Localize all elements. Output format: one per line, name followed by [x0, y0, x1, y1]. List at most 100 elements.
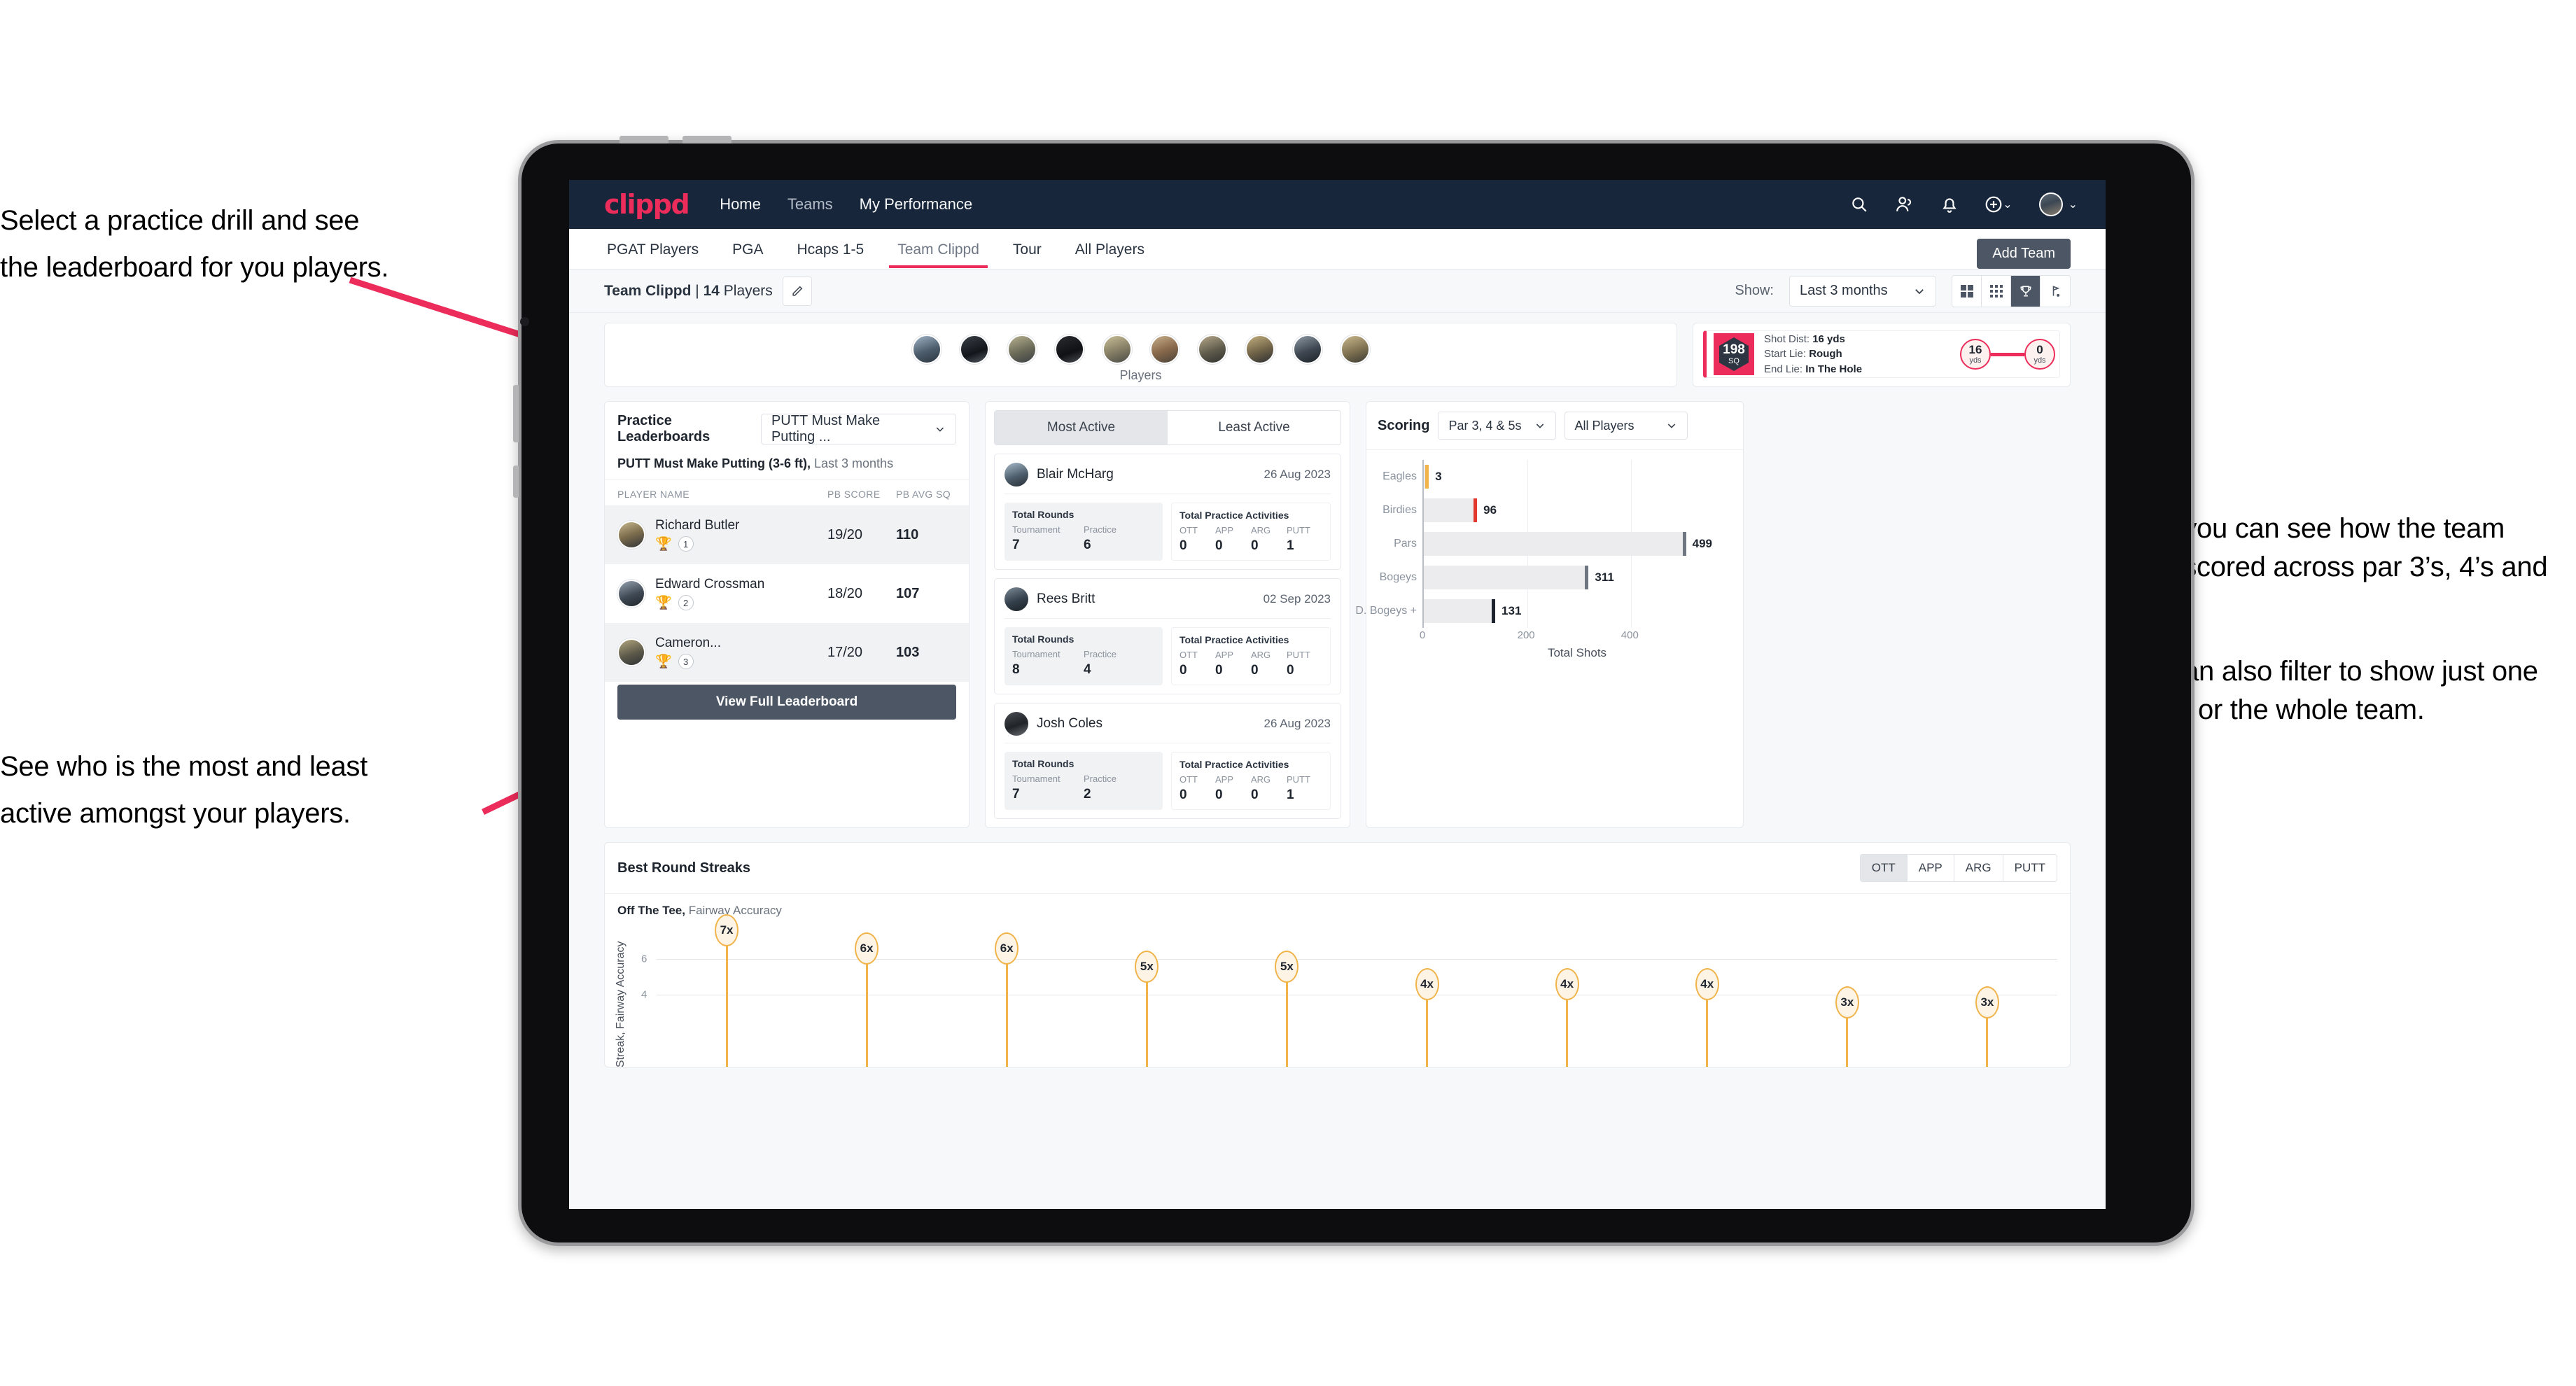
drill-select[interactable]: PUTT Must Make Putting ... — [760, 413, 956, 444]
list-item[interactable]: Rees Britt 02 Sep 2023 Total Rounds Tour… — [994, 578, 1341, 694]
bar-category-label: Pars — [1394, 538, 1417, 550]
badge-unit: SQ — [1728, 357, 1740, 365]
label: Practice — [1084, 524, 1116, 535]
player-name: Richard Butler — [655, 518, 740, 533]
streak-marker[interactable]: 4x — [1555, 968, 1579, 1001]
tab-all-players[interactable]: All Players — [1072, 230, 1147, 268]
pb-score-value: 19/20 — [827, 526, 863, 542]
tab-tour[interactable]: Tour — [1010, 230, 1044, 268]
avatar[interactable] — [1007, 335, 1037, 364]
total-rounds-title: Total Rounds — [1012, 758, 1074, 769]
y-tick-label: 4 — [641, 988, 648, 1001]
par-filter-select[interactable]: Par 3, 4 & 5s — [1438, 412, 1556, 440]
avatar[interactable] — [1102, 335, 1132, 364]
player-filter-select[interactable]: All Players — [1564, 412, 1688, 440]
player-name: Edward Crossman — [655, 577, 765, 592]
practice-putt: PUTT 1 — [1287, 774, 1322, 803]
view-toggle-golf-flag[interactable] — [2040, 276, 2070, 307]
leaderboard-subtitle: PUTT Must Make Putting (3-6 ft), Last 3 … — [605, 456, 969, 480]
tab-hcaps-1-5[interactable]: Hcaps 1-5 — [794, 230, 867, 268]
drill-name: PUTT Must Make Putting (3-6 ft), — [617, 456, 811, 470]
rounds-practice: Practice 6 — [1084, 524, 1155, 553]
bar — [1424, 532, 1683, 556]
streak-marker[interactable]: 5x — [1275, 950, 1299, 983]
tab-pgat-players[interactable]: PGAT Players — [604, 230, 701, 268]
avatar[interactable] — [911, 335, 941, 364]
table-row[interactable]: Cameron... 🏆 3 17/20 103 — [605, 623, 969, 682]
streak-marker[interactable]: 3x — [1975, 986, 1999, 1019]
plus-circle-icon[interactable]: ⌄ — [1984, 195, 2012, 214]
avatar[interactable] — [1149, 335, 1180, 364]
list-item[interactable]: Josh Coles 26 Aug 2023 Total Rounds Tour… — [994, 703, 1341, 819]
streak-marker[interactable]: 5x — [1135, 950, 1159, 983]
tab-team-clippd[interactable]: Team Clippd — [889, 230, 988, 268]
grid-small-icon — [1989, 284, 2003, 298]
edit-team-button[interactable] — [782, 276, 812, 306]
streak-marker[interactable]: 6x — [995, 932, 1019, 965]
add-team-button[interactable]: Add Team — [1977, 239, 2071, 269]
streak-marker[interactable]: 4x — [1415, 968, 1439, 1001]
label: OTT — [1180, 650, 1198, 660]
streak-marker[interactable]: 3x — [1835, 986, 1859, 1019]
avatar[interactable] — [1054, 335, 1084, 364]
view-toggle-trophy[interactable] — [2011, 275, 2040, 307]
annotation-line: See who is the most and least — [0, 751, 368, 782]
avatar[interactable] — [1340, 335, 1370, 364]
x-tick-label: 200 — [1517, 629, 1535, 641]
drill-select-value: PUTT Must Make Putting ... — [771, 413, 881, 444]
segment-ott[interactable]: OTT — [1860, 855, 1907, 881]
practice-columns: OTT 0 APP 0 ARG 0 PUTT 1 — [1180, 774, 1322, 803]
bell-icon[interactable] — [1941, 195, 1958, 214]
segment-putt[interactable]: PUTT — [2003, 855, 2057, 881]
date-range-select[interactable]: Last 3 months — [1789, 275, 1936, 307]
practice-title: Total Practice Activities — [1180, 634, 1289, 645]
x-tick-label: 400 — [1620, 629, 1639, 641]
user-avatar-menu[interactable]: ⌄ — [2038, 192, 2078, 216]
list-item[interactable]: Blair McHarg 26 Aug 2023 Total Rounds To… — [994, 454, 1341, 570]
avatar[interactable] — [1245, 335, 1275, 364]
avatar[interactable] — [1292, 335, 1322, 364]
golf-flag-icon — [2052, 285, 2060, 297]
separator: | — [691, 282, 704, 299]
value: 0 — [1215, 788, 1223, 802]
segment-arg[interactable]: ARG — [1954, 855, 2003, 881]
tab-pga[interactable]: PGA — [729, 230, 766, 268]
streak-marker[interactable]: 4x — [1695, 968, 1719, 1001]
tab-least-active[interactable]: Least Active — [1168, 411, 1340, 444]
player-rank-badge: 🏆 1 — [655, 536, 827, 552]
player-name: Blair McHarg — [1037, 467, 1114, 482]
grid-large-icon — [1960, 284, 1973, 298]
nav-link-my-performance[interactable]: My Performance — [860, 195, 972, 214]
bar-value-label: 311 — [1595, 570, 1614, 584]
bar — [1424, 599, 1492, 623]
end-distance-value: 0 — [2036, 343, 2043, 356]
chevron-down-icon — [1915, 288, 1924, 294]
clippd-logo[interactable]: clippd — [604, 189, 690, 220]
view-full-leaderboard-button[interactable]: View Full Leaderboard — [617, 685, 956, 720]
player-filter-value: All Players — [1574, 418, 1634, 433]
avatar[interactable] — [1197, 335, 1227, 364]
search-icon[interactable] — [1850, 195, 1868, 214]
streak-marker[interactable]: 6x — [855, 932, 879, 965]
streak-stem — [1426, 995, 1429, 1067]
middle-row: Practice Leaderboards PUTT Must Make Put… — [604, 401, 2071, 828]
streaks-segment-group: OTT APP ARG PUTT — [1859, 854, 2057, 882]
leaderboard-player: Edward Crossman 🏆 2 — [655, 577, 827, 610]
screenshot-root: Select a practice drill and see the lead… — [0, 0, 2576, 1386]
value: 0 — [1180, 788, 1187, 802]
practice-activities-block: Total Practice Activities OTT 0 APP 0 ARG 0… — [1171, 503, 1331, 561]
people-icon[interactable] — [1895, 195, 1914, 214]
view-toggle-grid-small[interactable] — [1982, 275, 2011, 307]
value: 0 — [1251, 788, 1259, 802]
nav-link-home[interactable]: Home — [720, 195, 761, 214]
practice-columns: OTT 0 APP 0 ARG 0 PUTT 1 — [1180, 525, 1322, 554]
table-row[interactable]: Richard Butler 🏆 1 19/20 110 — [605, 505, 969, 564]
streak-marker[interactable]: 7x — [715, 914, 739, 947]
view-toggle-grid-large[interactable] — [1952, 275, 1982, 307]
segment-app[interactable]: APP — [1907, 855, 1954, 881]
activity-date: 02 Sep 2023 — [1263, 592, 1331, 606]
avatar[interactable] — [959, 335, 989, 364]
table-row[interactable]: Edward Crossman 🏆 2 18/20 107 — [605, 564, 969, 623]
nav-link-teams[interactable]: Teams — [788, 195, 833, 214]
tab-most-active[interactable]: Most Active — [995, 411, 1168, 444]
